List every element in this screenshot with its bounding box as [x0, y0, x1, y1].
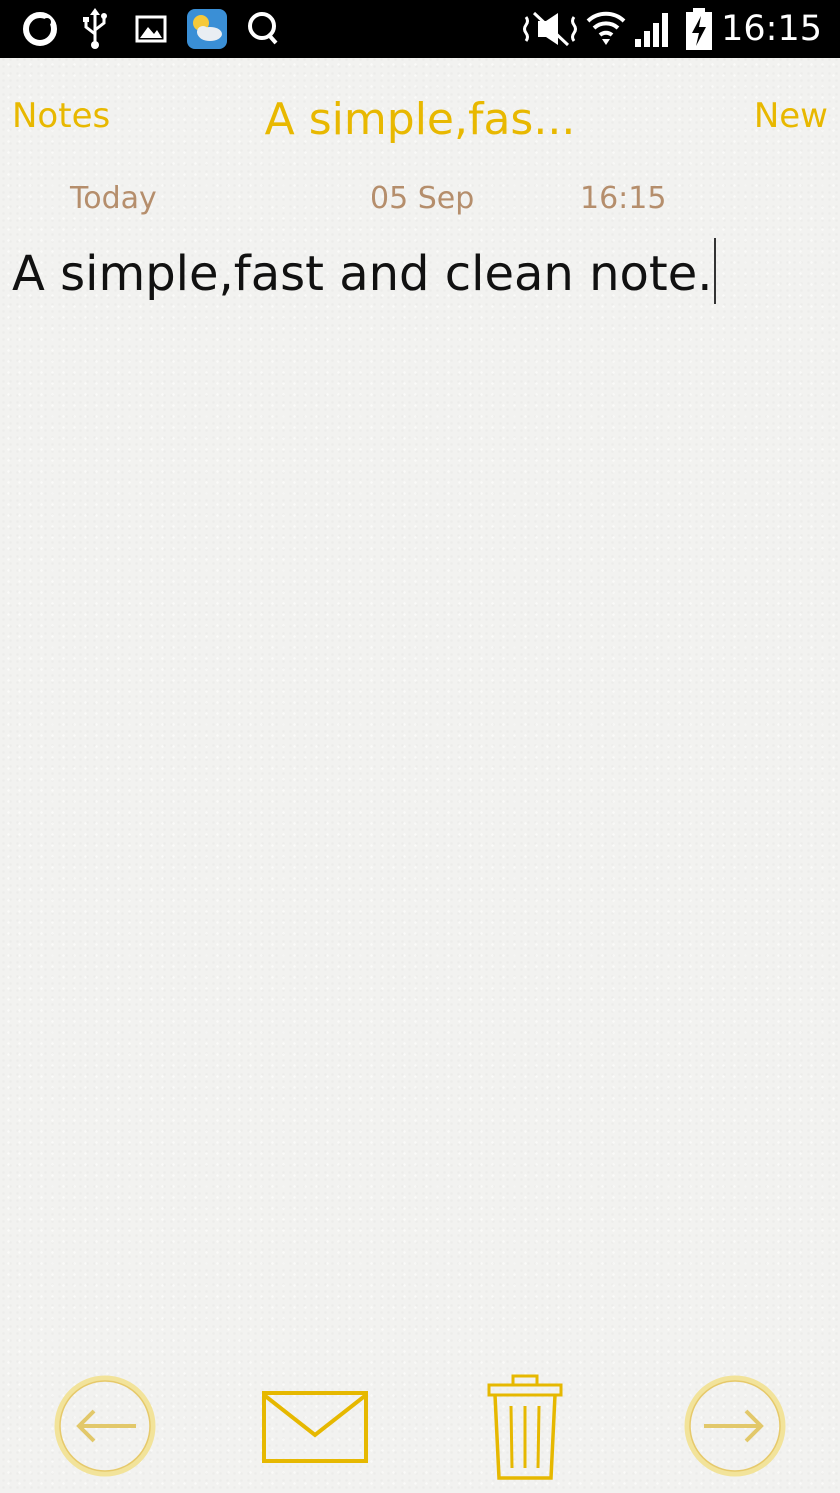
- note-text: A simple,fast and clean note.: [12, 246, 713, 302]
- weather-icon: [185, 0, 229, 58]
- signal-icon: [632, 0, 674, 58]
- new-note-button[interactable]: New: [754, 96, 828, 136]
- delete-note-button[interactable]: [484, 1373, 566, 1485]
- mute-icon: [522, 0, 578, 58]
- mail-icon: [260, 1389, 370, 1470]
- next-icon: [682, 1373, 788, 1484]
- sync-icon: [20, 0, 60, 58]
- text-cursor: [713, 238, 716, 304]
- date-label: Today: [70, 181, 157, 216]
- search-icon: [246, 0, 280, 58]
- trash-icon: [485, 1372, 565, 1487]
- usb-icon: [78, 0, 112, 58]
- note-editor[interactable]: A simple,fast and clean note.: [12, 238, 716, 304]
- status-bar: 16:15: [0, 0, 840, 58]
- previous-note-button[interactable]: [52, 1375, 158, 1481]
- page-title: A simple,fas...: [264, 94, 576, 145]
- clock: 16:15: [721, 9, 822, 49]
- gallery-icon: [134, 0, 168, 58]
- previous-icon: [52, 1373, 158, 1484]
- note-time: 16:15: [580, 181, 667, 216]
- wifi-icon: [584, 0, 628, 58]
- send-email-button[interactable]: [258, 1388, 372, 1470]
- note-date: 05 Sep: [370, 181, 475, 216]
- next-note-button[interactable]: [682, 1375, 788, 1481]
- battery-charging-icon: [682, 0, 716, 58]
